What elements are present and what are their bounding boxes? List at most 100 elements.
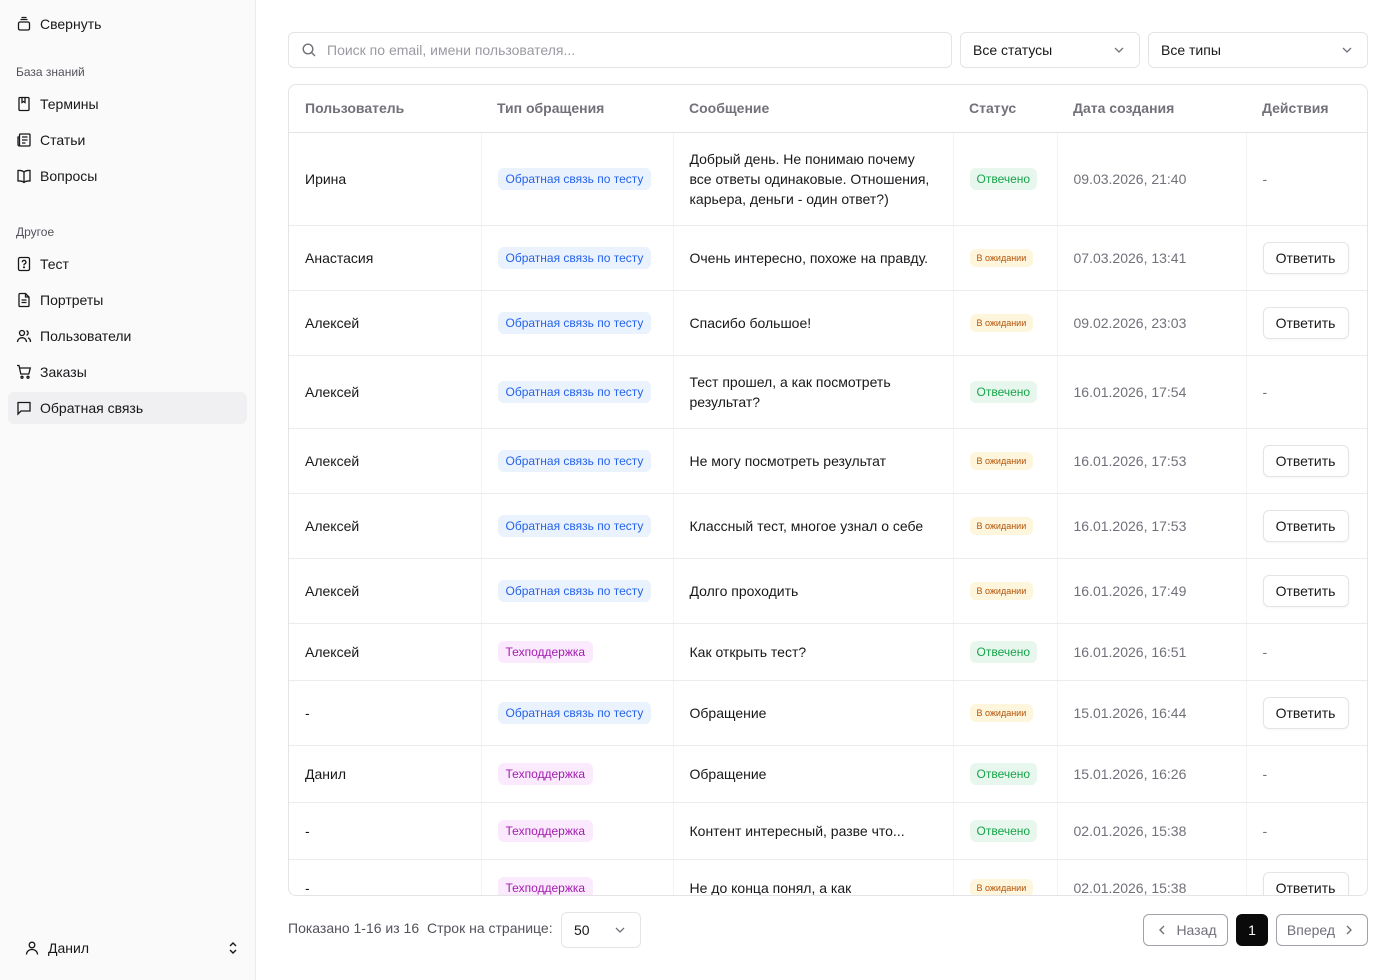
type-badge: Обратная связь по тесту xyxy=(497,701,652,724)
search-input[interactable] xyxy=(327,42,927,58)
cell-status: В ожидании xyxy=(953,859,1058,895)
cell-actions: - xyxy=(1246,132,1367,226)
type-badge: Техподдержка xyxy=(497,640,594,663)
cell-status: В ожидании xyxy=(953,558,1058,624)
column-header-type: Тип обращения xyxy=(481,85,673,133)
cell-message: Спасибо большое! xyxy=(673,290,954,356)
column-header-actions: Действия xyxy=(1246,85,1367,133)
sidebar-item-label: Пользователи xyxy=(40,328,132,344)
sidebar-item-label: Вопросы xyxy=(40,168,98,184)
cell-type: Обратная связь по тесту xyxy=(481,680,674,746)
cell-user: Данил xyxy=(289,745,482,803)
reply-button[interactable]: Ответить xyxy=(1262,871,1349,895)
cell-user: Ирина xyxy=(289,132,482,226)
type-badge: Обратная связь по тесту xyxy=(497,380,652,403)
bookmark-book-icon xyxy=(16,96,32,112)
cell-message: Очень интересно, похоже на правду. xyxy=(673,225,954,291)
cell-message: Классный тест, многое узнал о себе xyxy=(673,493,954,559)
cell-message: Добрый день. Не понимаю почему все ответ… xyxy=(673,132,954,226)
cell-actions: Ответить xyxy=(1246,680,1367,746)
sidebar-item-articles[interactable]: Статьи xyxy=(8,124,247,156)
column-header-status: Статус xyxy=(953,85,1057,133)
collapse-icon xyxy=(16,16,32,32)
sidebar-item-feedback[interactable]: Обратная связь xyxy=(8,392,247,424)
cell-actions: Ответить xyxy=(1246,558,1367,624)
rows-per-page-value: 50 xyxy=(574,922,590,938)
table-row: Алексей Обратная связь по тесту Спасибо бо… xyxy=(289,290,1367,356)
reply-button[interactable]: Ответить xyxy=(1262,306,1349,339)
reply-button[interactable]: Ответить xyxy=(1262,509,1349,542)
cell-date: 02.01.2026, 15:38 xyxy=(1057,859,1247,895)
sidebar-item-orders[interactable]: Заказы xyxy=(8,356,247,388)
column-header-message: Сообщение xyxy=(673,85,953,133)
cell-status: В ожидании xyxy=(953,290,1058,356)
cell-date: 16.01.2026, 17:53 xyxy=(1057,493,1247,559)
sidebar-collapse-button[interactable]: Свернуть xyxy=(16,12,101,36)
type-badge: Обратная связь по тесту xyxy=(497,311,652,334)
cell-status: В ожидании xyxy=(953,225,1058,291)
rows-per-page-label: Строк на странице: xyxy=(427,920,553,936)
cell-actions: - xyxy=(1246,623,1367,681)
prev-page-button[interactable]: Назад xyxy=(1143,914,1228,946)
next-page-button[interactable]: Вперед xyxy=(1276,914,1368,946)
sidebar-item-terms[interactable]: Термины xyxy=(8,88,247,120)
table-row: Алексей Обратная связь по тесту Не могу по… xyxy=(289,428,1367,494)
sidebar-item-test[interactable]: Тест xyxy=(8,248,247,280)
reply-button[interactable]: Ответить xyxy=(1262,241,1349,274)
cell-user: Алексей xyxy=(289,355,482,429)
sidebar-item-portraits[interactable]: Портреты xyxy=(8,284,247,316)
sidebar-collapse-label: Свернуть xyxy=(40,16,102,32)
sidebar-item-label: Термины xyxy=(40,96,99,112)
reply-button[interactable]: Ответить xyxy=(1262,574,1349,607)
cell-type: Техподдержка xyxy=(481,623,674,681)
cell-type: Обратная связь по тесту xyxy=(481,225,674,291)
table-row: Анастасия Обратная связь по тесту Очень ин… xyxy=(289,225,1367,291)
type-filter-value: Все типы xyxy=(1161,42,1221,58)
user-menu[interactable]: Данил xyxy=(16,932,241,964)
table-row: Ирина Обратная связь по тесту Добрый день.… xyxy=(289,132,1367,226)
chevron-down-icon xyxy=(612,922,628,938)
table-header-row: Пользователь Тип обращения Сообщение Ста… xyxy=(289,85,1367,133)
cell-user: Алексей xyxy=(289,428,482,494)
cell-type: Обратная связь по тесту xyxy=(481,558,674,624)
cell-status: Отвечено xyxy=(953,132,1058,226)
feedback-table: Пользователь Тип обращения Сообщение Ста… xyxy=(288,84,1368,896)
cell-actions: Ответить xyxy=(1246,428,1367,494)
sidebar: Свернуть База знаний Термины Статьи Вопр… xyxy=(0,0,256,980)
cell-status: В ожидании xyxy=(953,680,1058,746)
status-badge: В ожидании xyxy=(969,452,1034,470)
status-badge: Отвечено xyxy=(969,640,1038,663)
type-filter-select[interactable]: Все типы xyxy=(1148,32,1368,68)
cell-status: Отвечено xyxy=(953,745,1058,803)
current-page-button[interactable]: 1 xyxy=(1236,914,1268,946)
cell-status: Отвечено xyxy=(953,623,1058,681)
cell-status: Отвечено xyxy=(953,802,1058,860)
table-row: - Техподдержка Контент интересный, разве ч… xyxy=(289,802,1367,860)
sidebar-item-questions[interactable]: Вопросы xyxy=(8,160,247,192)
action-placeholder: - xyxy=(1262,383,1268,400)
users-icon xyxy=(16,328,32,344)
cell-actions: Ответить xyxy=(1246,493,1367,559)
reply-button[interactable]: Ответить xyxy=(1262,696,1349,729)
status-badge: В ожидании xyxy=(969,249,1034,267)
chevron-down-icon xyxy=(1339,42,1355,58)
question-file-icon xyxy=(16,256,32,272)
sidebar-item-users[interactable]: Пользователи xyxy=(8,320,247,352)
search-box xyxy=(288,32,952,68)
cell-actions: Ответить xyxy=(1246,859,1367,895)
reply-button[interactable]: Ответить xyxy=(1262,444,1349,477)
type-badge: Обратная связь по тесту xyxy=(497,167,652,190)
action-placeholder: - xyxy=(1262,765,1268,782)
status-filter-select[interactable]: Все статусы xyxy=(960,32,1140,68)
rows-per-page-select[interactable]: 50 xyxy=(561,912,641,948)
cell-type: Обратная связь по тесту xyxy=(481,355,674,429)
table-row: Алексей Техподдержка Как открыть тест? Отве… xyxy=(289,623,1367,681)
cell-user: Алексей xyxy=(289,558,482,624)
status-filter-value: Все статусы xyxy=(973,42,1053,58)
type-badge: Обратная связь по тесту xyxy=(497,514,652,537)
cell-type: Техподдержка xyxy=(481,745,674,803)
cell-type: Обратная связь по тесту xyxy=(481,132,674,226)
action-placeholder: - xyxy=(1262,170,1268,187)
next-page-label: Вперед xyxy=(1286,922,1336,938)
cell-user: - xyxy=(289,680,482,746)
